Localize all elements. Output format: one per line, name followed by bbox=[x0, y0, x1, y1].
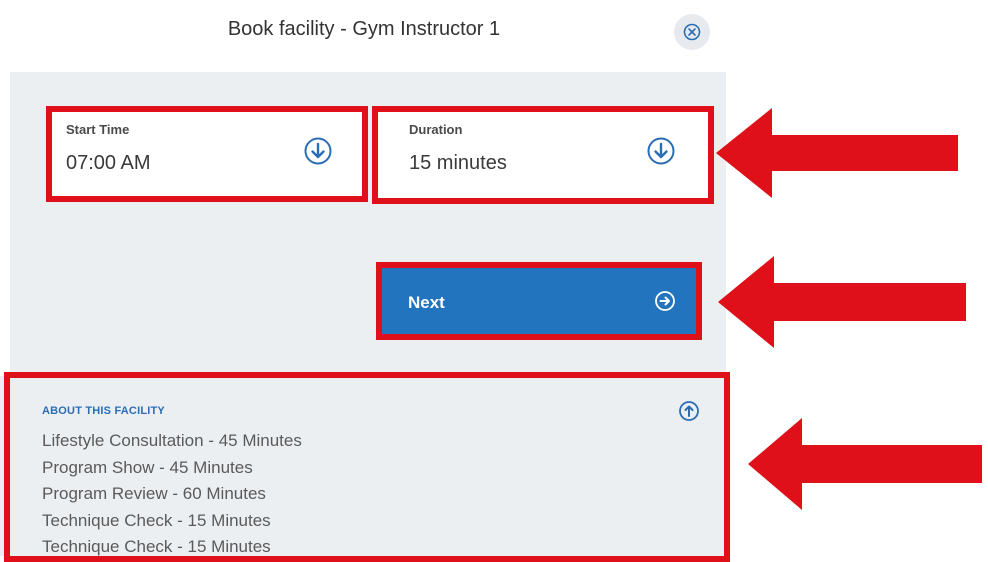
highlight-box-next bbox=[376, 262, 702, 340]
highlight-box-about bbox=[4, 372, 730, 562]
annotation-arrow-icon bbox=[718, 256, 966, 348]
close-circle-icon bbox=[683, 23, 701, 41]
highlight-box-duration bbox=[372, 106, 714, 204]
annotation-arrow-icon bbox=[716, 108, 958, 198]
annotation-arrow-icon bbox=[748, 418, 982, 510]
highlight-box-start-time bbox=[46, 106, 368, 202]
dialog-title: Book facility - Gym Instructor 1 bbox=[227, 18, 501, 40]
close-button[interactable] bbox=[674, 14, 710, 50]
